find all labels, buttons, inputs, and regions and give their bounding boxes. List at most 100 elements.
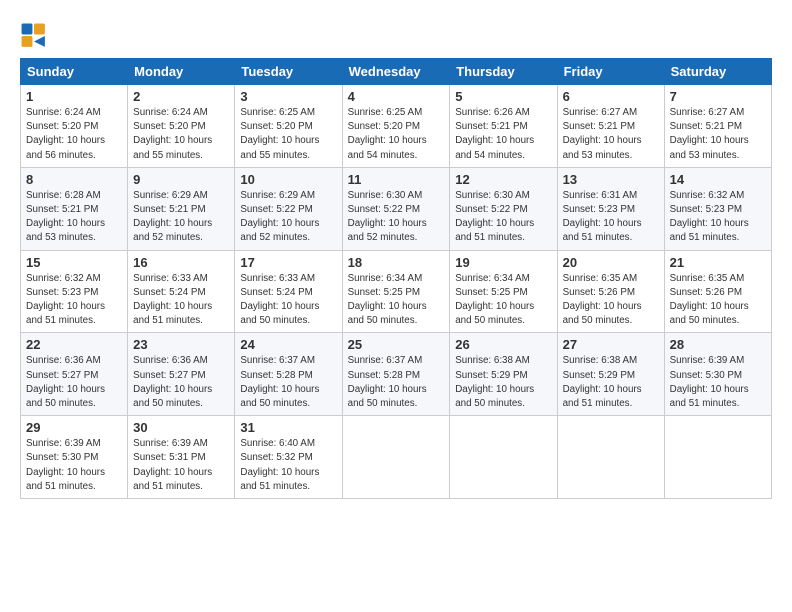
day-info: Sunrise: 6:36 AM Sunset: 5:27 PM Dayligh… bbox=[133, 354, 229, 411]
calendar-cell: 16 Sunrise: 6:33 AM Sunset: 5:24 PM Dayli… bbox=[128, 250, 235, 333]
day-info: Sunrise: 6:35 AM Sunset: 5:26 PM Dayligh… bbox=[563, 272, 659, 329]
day-info: Sunrise: 6:31 AM Sunset: 5:23 PM Dayligh… bbox=[563, 189, 659, 246]
day-info: Sunrise: 6:30 AM Sunset: 5:22 PM Dayligh… bbox=[348, 189, 445, 246]
day-info: Sunrise: 6:30 AM Sunset: 5:22 PM Dayligh… bbox=[455, 189, 551, 246]
day-info: Sunrise: 6:32 AM Sunset: 5:23 PM Dayligh… bbox=[670, 189, 766, 246]
day-info: Sunrise: 6:36 AM Sunset: 5:27 PM Dayligh… bbox=[26, 354, 122, 411]
calendar-cell: 4 Sunrise: 6:25 AM Sunset: 5:20 PM Daylig… bbox=[342, 85, 450, 168]
day-number: 3 bbox=[240, 89, 336, 104]
calendar-cell: 18 Sunrise: 6:34 AM Sunset: 5:25 PM Dayli… bbox=[342, 250, 450, 333]
day-number: 14 bbox=[670, 172, 766, 187]
calendar-cell: 21 Sunrise: 6:35 AM Sunset: 5:26 PM Dayli… bbox=[664, 250, 771, 333]
calendar-cell: 19 Sunrise: 6:34 AM Sunset: 5:25 PM Dayli… bbox=[450, 250, 557, 333]
day-number: 21 bbox=[670, 255, 766, 270]
calendar-cell: 22 Sunrise: 6:36 AM Sunset: 5:27 PM Dayli… bbox=[21, 333, 128, 416]
calendar-cell: 26 Sunrise: 6:38 AM Sunset: 5:29 PM Dayli… bbox=[450, 333, 557, 416]
day-info: Sunrise: 6:37 AM Sunset: 5:28 PM Dayligh… bbox=[348, 354, 445, 411]
day-number: 16 bbox=[133, 255, 229, 270]
calendar-cell bbox=[342, 416, 450, 499]
day-number: 15 bbox=[26, 255, 122, 270]
day-info: Sunrise: 6:27 AM Sunset: 5:21 PM Dayligh… bbox=[563, 106, 659, 163]
day-info: Sunrise: 6:26 AM Sunset: 5:21 PM Dayligh… bbox=[455, 106, 551, 163]
calendar-cell bbox=[664, 416, 771, 499]
calendar-header-sunday: Sunday bbox=[21, 59, 128, 85]
calendar-cell: 12 Sunrise: 6:30 AM Sunset: 5:22 PM Dayli… bbox=[450, 167, 557, 250]
calendar-week-4: 22 Sunrise: 6:36 AM Sunset: 5:27 PM Dayli… bbox=[21, 333, 772, 416]
day-info: Sunrise: 6:25 AM Sunset: 5:20 PM Dayligh… bbox=[348, 106, 445, 163]
day-number: 20 bbox=[563, 255, 659, 270]
calendar-cell: 9Sunrise: 6:29 AM Sunset: 5:21 PM Daylig… bbox=[128, 167, 235, 250]
calendar-cell: 11 Sunrise: 6:30 AM Sunset: 5:22 PM Dayli… bbox=[342, 167, 450, 250]
day-info: Sunrise: 6:33 AM Sunset: 5:24 PM Dayligh… bbox=[133, 272, 229, 329]
day-info: Sunrise: 6:24 AM Sunset: 5:20 PM Dayligh… bbox=[133, 106, 229, 163]
day-number: 29 bbox=[26, 420, 122, 435]
calendar-cell: 1 Sunrise: 6:24 AM Sunset: 5:20 PM Daylig… bbox=[21, 85, 128, 168]
day-number: 23 bbox=[133, 337, 229, 352]
calendar-header-wednesday: Wednesday bbox=[342, 59, 450, 85]
day-number: 19 bbox=[455, 255, 551, 270]
calendar-cell: 8 Sunrise: 6:28 AM Sunset: 5:21 PM Daylig… bbox=[21, 167, 128, 250]
day-number: 6 bbox=[563, 89, 659, 104]
day-number: 12 bbox=[455, 172, 551, 187]
calendar-header-saturday: Saturday bbox=[664, 59, 771, 85]
day-number: 7 bbox=[670, 89, 766, 104]
day-number: 5 bbox=[455, 89, 551, 104]
day-number: 13 bbox=[563, 172, 659, 187]
day-info: Sunrise: 6:39 AM Sunset: 5:30 PM Dayligh… bbox=[670, 354, 766, 411]
day-info: Sunrise: 6:34 AM Sunset: 5:25 PM Dayligh… bbox=[455, 272, 551, 329]
logo-icon bbox=[20, 22, 48, 50]
day-number: 22 bbox=[26, 337, 122, 352]
day-info: Sunrise: 6:25 AM Sunset: 5:20 PM Dayligh… bbox=[240, 106, 336, 163]
day-info: Sunrise: 6:28 AM Sunset: 5:21 PM Dayligh… bbox=[26, 189, 122, 246]
calendar-header-friday: Friday bbox=[557, 59, 664, 85]
calendar-cell: 2Sunrise: 6:24 AM Sunset: 5:20 PM Daylig… bbox=[128, 85, 235, 168]
day-info: Sunrise: 6:34 AM Sunset: 5:25 PM Dayligh… bbox=[348, 272, 445, 329]
day-info: Sunrise: 6:38 AM Sunset: 5:29 PM Dayligh… bbox=[455, 354, 551, 411]
calendar-cell: 10Sunrise: 6:29 AM Sunset: 5:22 PM Dayli… bbox=[235, 167, 342, 250]
day-number: 18 bbox=[348, 255, 445, 270]
calendar-week-5: 29 Sunrise: 6:39 AM Sunset: 5:30 PM Dayli… bbox=[21, 416, 772, 499]
day-number: 8 bbox=[26, 172, 122, 187]
day-info: Sunrise: 6:39 AM Sunset: 5:31 PM Dayligh… bbox=[133, 437, 229, 494]
calendar-week-2: 8 Sunrise: 6:28 AM Sunset: 5:21 PM Daylig… bbox=[21, 167, 772, 250]
calendar-header-monday: Monday bbox=[128, 59, 235, 85]
calendar-cell: 3 Sunrise: 6:25 AM Sunset: 5:20 PM Daylig… bbox=[235, 85, 342, 168]
day-number: 1 bbox=[26, 89, 122, 104]
day-number: 30 bbox=[133, 420, 229, 435]
calendar-cell bbox=[450, 416, 557, 499]
calendar-cell: 7Sunrise: 6:27 AM Sunset: 5:21 PM Daylig… bbox=[664, 85, 771, 168]
day-info: Sunrise: 6:32 AM Sunset: 5:23 PM Dayligh… bbox=[26, 272, 122, 329]
calendar-header-thursday: Thursday bbox=[450, 59, 557, 85]
calendar-cell: 6 Sunrise: 6:27 AM Sunset: 5:21 PM Daylig… bbox=[557, 85, 664, 168]
calendar-cell: 20 Sunrise: 6:35 AM Sunset: 5:26 PM Dayli… bbox=[557, 250, 664, 333]
day-number: 4 bbox=[348, 89, 445, 104]
day-number: 10 bbox=[240, 172, 336, 187]
day-info: Sunrise: 6:24 AM Sunset: 5:20 PM Dayligh… bbox=[26, 106, 122, 163]
day-number: 17 bbox=[240, 255, 336, 270]
day-number: 25 bbox=[348, 337, 445, 352]
calendar-table: SundayMondayTuesdayWednesdayThursdayFrid… bbox=[20, 58, 772, 499]
day-info: Sunrise: 6:37 AM Sunset: 5:28 PM Dayligh… bbox=[240, 354, 336, 411]
calendar-week-1: 1 Sunrise: 6:24 AM Sunset: 5:20 PM Daylig… bbox=[21, 85, 772, 168]
day-number: 31 bbox=[240, 420, 336, 435]
day-number: 27 bbox=[563, 337, 659, 352]
calendar-cell: 25 Sunrise: 6:37 AM Sunset: 5:28 PM Dayli… bbox=[342, 333, 450, 416]
calendar-cell: 23 Sunrise: 6:36 AM Sunset: 5:27 PM Dayli… bbox=[128, 333, 235, 416]
day-info: Sunrise: 6:39 AM Sunset: 5:30 PM Dayligh… bbox=[26, 437, 122, 494]
logo bbox=[20, 22, 52, 50]
calendar-cell: 24 Sunrise: 6:37 AM Sunset: 5:28 PM Dayli… bbox=[235, 333, 342, 416]
calendar-cell bbox=[557, 416, 664, 499]
day-number: 26 bbox=[455, 337, 551, 352]
calendar-header-row: SundayMondayTuesdayWednesdayThursdayFrid… bbox=[21, 59, 772, 85]
calendar-cell: 31 Sunrise: 6:40 AM Sunset: 5:32 PM Dayli… bbox=[235, 416, 342, 499]
calendar-week-3: 15 Sunrise: 6:32 AM Sunset: 5:23 PM Dayli… bbox=[21, 250, 772, 333]
page-container: SundayMondayTuesdayWednesdayThursdayFrid… bbox=[0, 0, 792, 509]
day-number: 11 bbox=[348, 172, 445, 187]
day-number: 24 bbox=[240, 337, 336, 352]
calendar-header-tuesday: Tuesday bbox=[235, 59, 342, 85]
day-info: Sunrise: 6:35 AM Sunset: 5:26 PM Dayligh… bbox=[670, 272, 766, 329]
calendar-cell: 17Sunrise: 6:33 AM Sunset: 5:24 PM Dayli… bbox=[235, 250, 342, 333]
calendar-cell: 28Sunrise: 6:39 AM Sunset: 5:30 PM Dayli… bbox=[664, 333, 771, 416]
day-info: Sunrise: 6:38 AM Sunset: 5:29 PM Dayligh… bbox=[563, 354, 659, 411]
day-info: Sunrise: 6:40 AM Sunset: 5:32 PM Dayligh… bbox=[240, 437, 336, 494]
